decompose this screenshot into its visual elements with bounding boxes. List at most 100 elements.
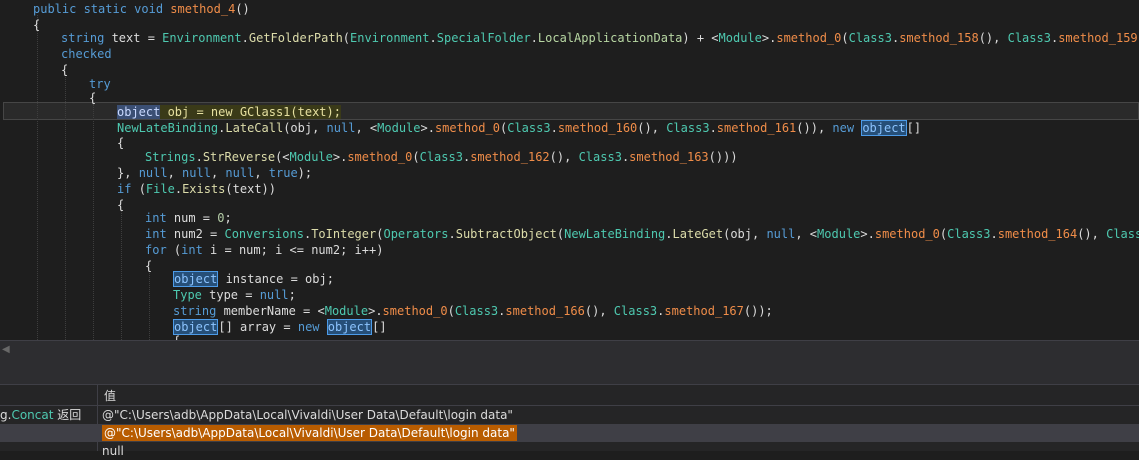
autos-row[interactable]: @"C:\Users\adb\AppData\Local\Vivaldi\Use… bbox=[0, 424, 1139, 442]
scroll-left-icon[interactable]: ◀ bbox=[2, 344, 10, 355]
code-token: Class3 bbox=[419, 150, 463, 164]
code-line[interactable]: NewLateBinding. LateCall(obj, null, <Modu… bbox=[117, 120, 1139, 136]
value-text: null bbox=[102, 444, 124, 458]
code-token: . bbox=[241, 31, 249, 45]
code-token: (), bbox=[584, 304, 614, 318]
code-token: null bbox=[259, 288, 289, 302]
code-token: Class3 bbox=[666, 121, 710, 135]
code-token: [] bbox=[906, 121, 922, 135]
code-line[interactable]: checked bbox=[61, 46, 1139, 62]
code-token: checked bbox=[61, 47, 112, 61]
code-token: (text)) bbox=[225, 182, 276, 196]
code-token: , bbox=[167, 166, 183, 180]
code-token: Module bbox=[817, 227, 861, 241]
code-token: smethod_160 bbox=[557, 121, 638, 135]
code-line[interactable]: { bbox=[173, 333, 1139, 340]
autos-panel: 值 g.Concat 返回 @"C:\Users\adb\AppData\Loca… bbox=[0, 357, 1139, 458]
code-token: , bbox=[254, 166, 269, 180]
value-column-header[interactable]: 值 bbox=[104, 387, 116, 404]
code-token: Class3 bbox=[507, 121, 551, 135]
code-token: smethod_164 bbox=[997, 227, 1078, 241]
code-token: object bbox=[117, 105, 161, 119]
code-line[interactable]: object obj = new GClass1(text); bbox=[117, 104, 1139, 120]
code-token: num2 = bbox=[173, 227, 225, 241]
code-line[interactable]: int num = 0; bbox=[145, 210, 1139, 226]
code-token: Module bbox=[324, 304, 369, 318]
code-token: SubtractObject bbox=[455, 227, 557, 241]
autos-row-value: null bbox=[102, 442, 124, 460]
code-line[interactable]: for (int i = num; i <= num2; i++) bbox=[145, 242, 1139, 258]
code-token: Environment bbox=[350, 31, 430, 45]
code-token: { bbox=[145, 259, 153, 273]
code-token: null bbox=[138, 166, 168, 180]
code-line[interactable]: string memberName = <Module>.smethod_0(C… bbox=[173, 303, 1139, 319]
code-token: Class3 bbox=[1007, 31, 1051, 45]
code-token: 0 bbox=[217, 211, 225, 225]
code-token: object bbox=[173, 271, 219, 287]
code-token: NewLateBinding bbox=[564, 227, 666, 241]
code-token: . bbox=[990, 227, 998, 241]
code-line[interactable]: Strings.StrReverse(<Module>.smethod_0(Cl… bbox=[145, 149, 1139, 165]
horizontal-scrollbar[interactable]: ◀ bbox=[0, 340, 1139, 358]
code-line[interactable]: public static void smethod_4() bbox=[33, 1, 1139, 17]
code-token: int bbox=[145, 211, 174, 225]
code-token: true bbox=[268, 166, 298, 180]
code-token: ) + < bbox=[682, 31, 719, 45]
code-token: memberName = < bbox=[223, 304, 325, 318]
code-token: Module bbox=[377, 121, 421, 135]
code-token: smethod_161 bbox=[716, 121, 797, 135]
panel-column-header bbox=[0, 385, 1139, 406]
code-token: Class3 bbox=[578, 150, 622, 164]
code-token: (< bbox=[275, 150, 290, 164]
code-line[interactable]: object instance = obj; bbox=[173, 271, 1139, 287]
code-token: Strings bbox=[145, 150, 196, 164]
code-token: i = num; i <= num2; i++) bbox=[210, 243, 384, 257]
code-token: (), bbox=[549, 150, 579, 164]
code-token: . bbox=[174, 182, 183, 196]
code-token: , < bbox=[795, 227, 818, 241]
code-line[interactable]: Type type = null; bbox=[173, 287, 1139, 303]
code-token: for bbox=[145, 243, 174, 257]
code-token: Module bbox=[718, 31, 762, 45]
code-token: ); bbox=[297, 166, 313, 180]
code-token: Operators bbox=[383, 227, 449, 241]
code-token: string bbox=[61, 31, 112, 45]
code-token: type = bbox=[209, 288, 260, 302]
code-token: Type bbox=[173, 288, 210, 302]
code-token: null bbox=[182, 166, 211, 180]
column-divider[interactable] bbox=[97, 385, 98, 451]
row-name-prefix: g. bbox=[0, 408, 12, 422]
code-token: (), bbox=[978, 31, 1008, 45]
code-token: ( bbox=[342, 31, 351, 45]
autos-row-name: g.Concat 返回 bbox=[0, 406, 81, 424]
code-token: ToInteger bbox=[311, 227, 377, 241]
code-token: ; bbox=[224, 211, 232, 225]
autos-row[interactable]: g.Concat 返回 @"C:\Users\adb\AppData\Local\… bbox=[0, 406, 1139, 424]
code-line[interactable]: if (File.Exists(text)) bbox=[117, 181, 1139, 197]
code-token: GetFolderPath bbox=[248, 31, 343, 45]
code-token: , bbox=[210, 166, 226, 180]
autos-row[interactable]: null bbox=[0, 442, 1139, 460]
code-token: Environment bbox=[162, 31, 242, 45]
code-token: new bbox=[297, 320, 327, 334]
autos-row-value: @"C:\Users\adb\AppData\Local\Vivaldi\Use… bbox=[102, 424, 517, 442]
code-token: . bbox=[709, 121, 717, 135]
code-token: smethod_162 bbox=[470, 150, 550, 164]
code-line[interactable]: int num2 = Conversions.ToInteger(Operato… bbox=[145, 226, 1139, 242]
code-token: { bbox=[117, 198, 125, 212]
code-token: smethod_0 bbox=[382, 304, 448, 318]
code-editor[interactable]: public static void smethod_4() { string te… bbox=[0, 0, 1139, 340]
code-token: ( bbox=[841, 31, 849, 45]
row-name-suffix: 返回 bbox=[53, 408, 82, 422]
code-line[interactable]: string text = Environment.GetFolderPath(… bbox=[61, 30, 1139, 46]
code-token: if bbox=[117, 182, 139, 196]
code-token: int bbox=[145, 227, 174, 241]
code-token: smethod_159 bbox=[1058, 31, 1138, 45]
code-token: . bbox=[195, 150, 203, 164]
code-token: . bbox=[448, 227, 456, 241]
code-token: Class3 bbox=[1106, 227, 1139, 241]
code-token: obj = new GClass1(text); bbox=[160, 105, 341, 119]
code-line[interactable]: }, null, null, null, true); bbox=[117, 165, 1139, 181]
value-text: @"C:\Users\adb\AppData\Local\Vivaldi\Use… bbox=[102, 408, 513, 422]
code-token: smethod_158 bbox=[899, 31, 979, 45]
